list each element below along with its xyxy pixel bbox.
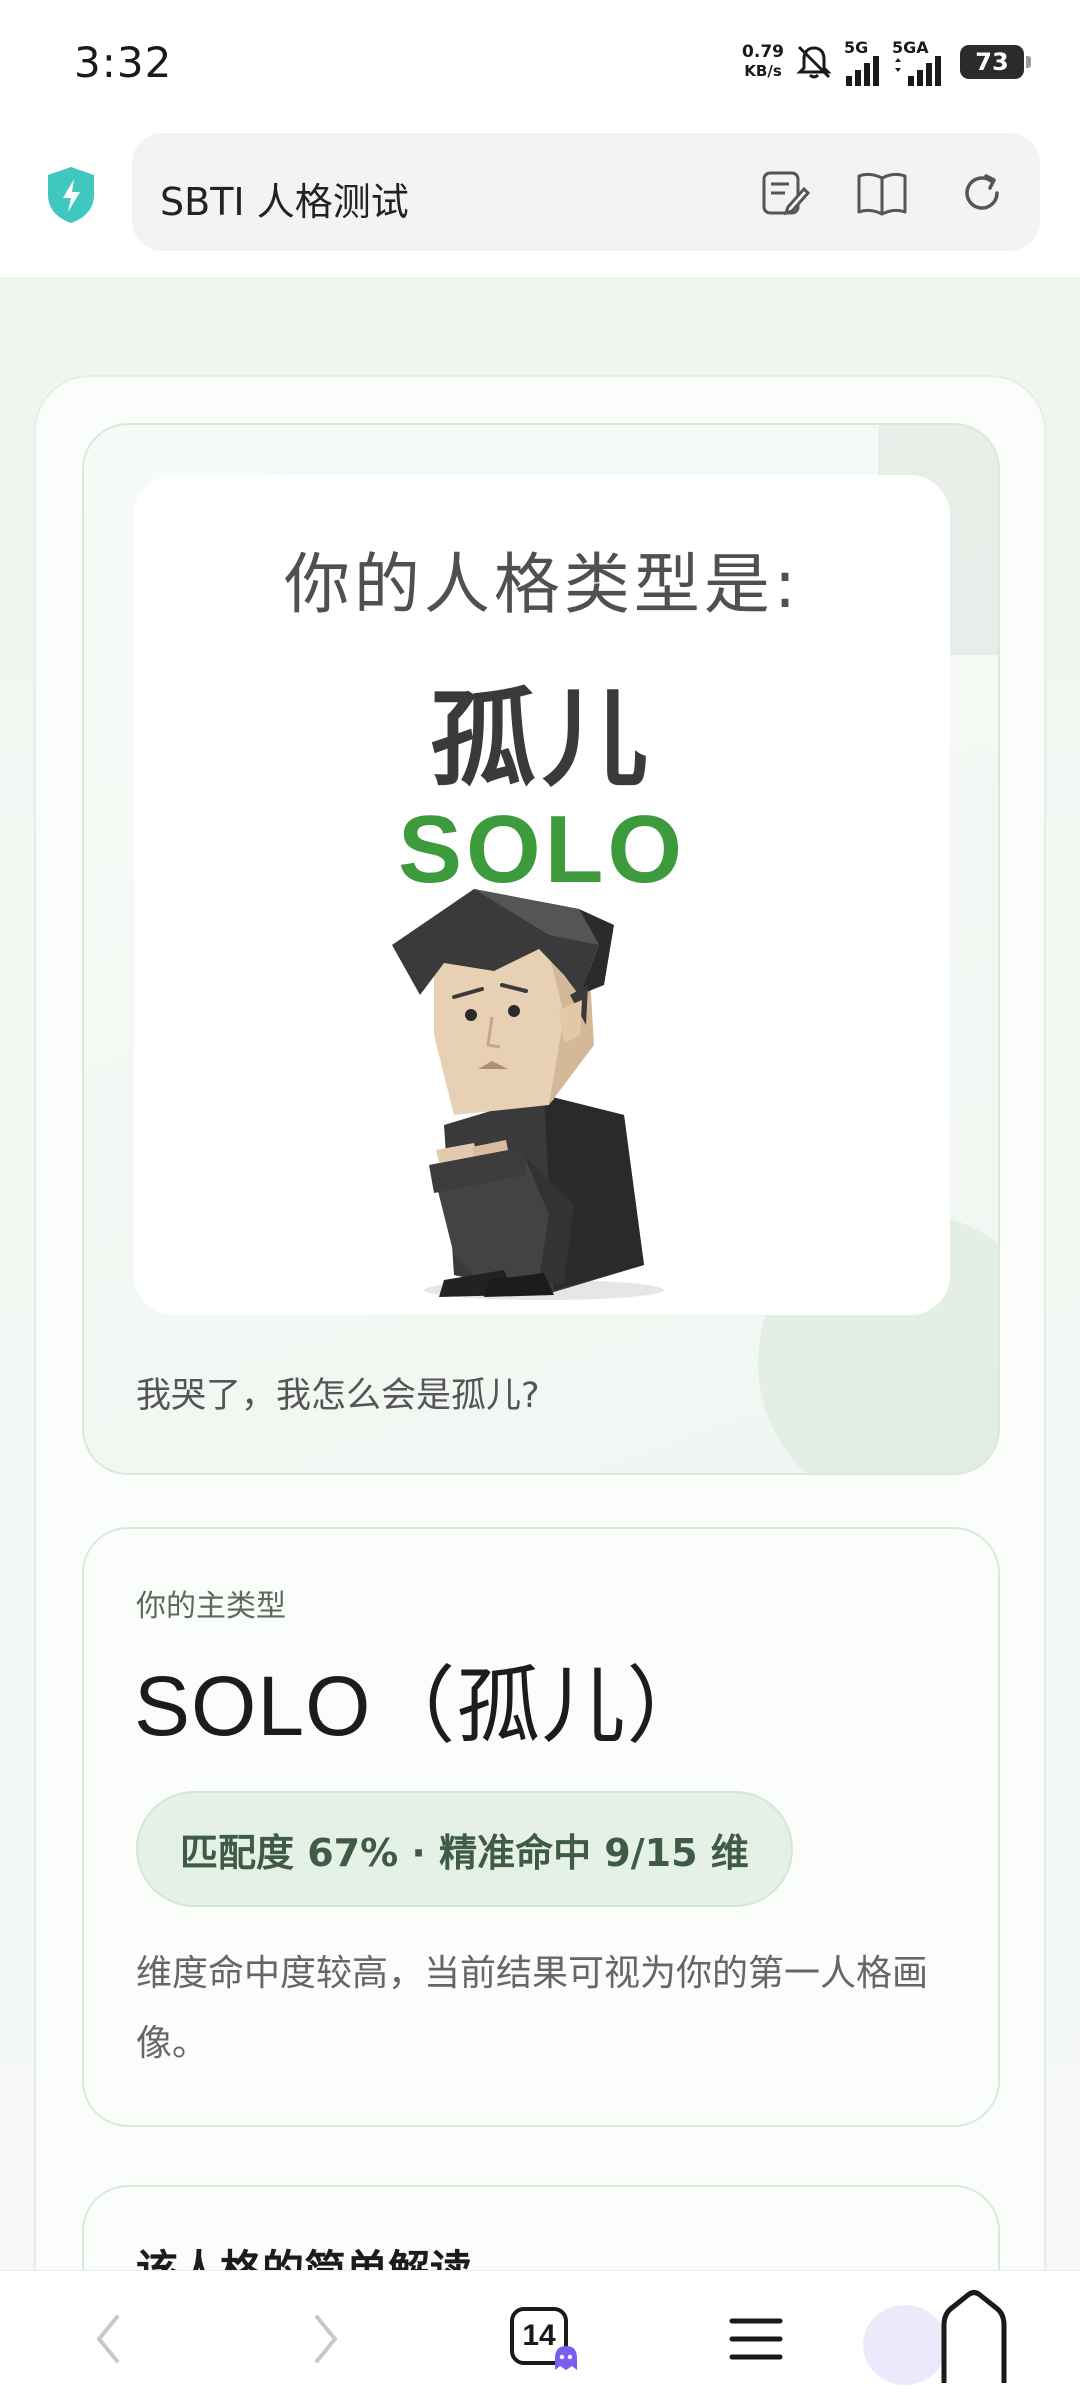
signal-bars-icon (895, 55, 941, 86)
network-speed-unit: KB/s (744, 62, 782, 80)
book-icon (857, 172, 907, 216)
refresh-button[interactable] (954, 165, 1010, 221)
personality-type-name: 孤儿 (430, 678, 654, 801)
home-button[interactable] (860, 2283, 1010, 2393)
battery-indicator: 73 (960, 45, 1031, 79)
menu-button[interactable] (726, 2299, 786, 2379)
signal-5g: 5G (844, 39, 882, 86)
result-card: 你的人格类型是: 孤儿 SOLO 我哭了，我怎么会是孤儿? (82, 423, 1000, 1475)
result-container: 你的人格类型是: 孤儿 SOLO 我哭了，我怎么会是孤儿? 你的主类型 SOLO… (34, 375, 1046, 2400)
reader-mode-button[interactable] (854, 165, 910, 221)
signal-5g-label: 5G (844, 37, 869, 57)
page-content: 你的人格类型是: 孤儿 SOLO 我哭了，我怎么会是孤儿? 你的主类型 SOLO… (0, 277, 1080, 2400)
url-box[interactable]: SBTI 人格测试 (132, 133, 1040, 251)
result-poster-image[interactable]: 你的人格类型是: 孤儿 SOLO (134, 475, 950, 1315)
main-type-label: 你的主类型 (136, 1589, 286, 1624)
network-speed: 0.79 KB/s (742, 43, 784, 81)
tabs-button[interactable]: 14 (506, 2299, 578, 2379)
menu-icon (729, 2318, 783, 2360)
status-icons: 0.79 KB/s 5G 5GA 73 (742, 36, 1031, 88)
network-speed-value: 0.79 (742, 42, 784, 62)
result-caption: 我哭了，我怎么会是孤儿? (136, 1376, 540, 1416)
signal-5ga-label: 5GA (892, 37, 929, 57)
signal-5ga: 5GA (892, 39, 950, 86)
chevron-right-icon (315, 2315, 337, 2363)
main-type-description: 维度命中度较高，当前结果可视为你的第一人格画像。 (136, 1953, 929, 2064)
edit-note-icon (762, 171, 810, 216)
status-time: 3:32 (74, 38, 173, 87)
browser-bottom-nav: 14 (0, 2270, 1080, 2400)
main-type-title: SOLO（孤儿） (134, 1659, 712, 1753)
refresh-icon (965, 174, 999, 210)
forward-button[interactable] (296, 2299, 356, 2379)
mute-bell-icon (796, 45, 832, 79)
sad-sitting-person-illustration (392, 889, 664, 1300)
back-button[interactable] (78, 2299, 138, 2379)
ghost-badge-icon (555, 2346, 577, 2370)
status-bar: 3:32 0.79 KB/s 5G 5GA 73 (0, 0, 1080, 125)
page-title[interactable]: SBTI 人格测试 (160, 171, 409, 226)
browser-address-bar: SBTI 人格测试 (0, 125, 1080, 277)
tabs-indicator: 14 (509, 2306, 577, 2372)
shield-icon[interactable] (44, 165, 98, 225)
chevron-left-icon (97, 2315, 119, 2363)
signal-bars-icon (846, 55, 879, 86)
edit-note-button[interactable] (756, 165, 812, 221)
match-score-badge: 匹配度 67% · 精准命中 9/15 维 (136, 1791, 793, 1907)
home-icon (863, 2290, 1007, 2385)
main-type-card: 你的主类型 SOLO（孤儿） 匹配度 67% · 精准命中 9/15 维 维度命… (82, 1527, 1000, 2127)
poster-heading: 你的人格类型是: (283, 546, 801, 623)
